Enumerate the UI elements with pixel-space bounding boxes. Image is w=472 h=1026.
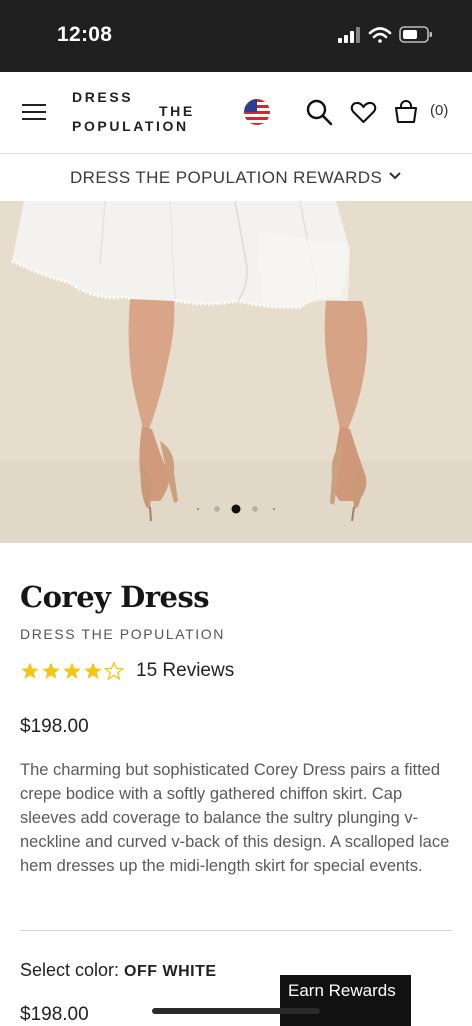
search-icon[interactable] (305, 98, 333, 126)
wifi-icon (368, 27, 392, 43)
star-filled-icon (21, 662, 39, 679)
status-time: 12:08 (57, 23, 113, 46)
product-title: Corey Dress (20, 580, 210, 614)
status-bar: 12:08 (0, 0, 472, 72)
home-indicator (152, 1008, 320, 1014)
star-filled-icon (42, 662, 60, 679)
menu-icon[interactable] (22, 102, 46, 122)
heart-icon[interactable] (350, 100, 377, 125)
status-icons (338, 26, 432, 43)
cart-count[interactable]: (0) (430, 102, 448, 119)
color-label: Select color: (20, 960, 125, 980)
product-image (0, 201, 472, 543)
logo-word-population: POPULATION (72, 118, 189, 134)
brand-name[interactable]: DRESS THE POPULATION (20, 626, 225, 642)
bag-icon[interactable] (393, 99, 419, 125)
logo-word-the: THE (159, 103, 195, 119)
star-empty-icon (104, 661, 124, 681)
logo-word-dress: DRESS (72, 89, 134, 105)
earn-rewards-button[interactable]: Earn Rewards (280, 975, 411, 1026)
divider (20, 930, 452, 931)
color-selector: Select color: OFF WHITE (20, 960, 217, 981)
product-image-gallery[interactable] (0, 201, 472, 543)
battery-icon (399, 26, 432, 43)
product-price: $198.00 (20, 716, 89, 737)
site-header: DRESS THE POPULATION (0) (0, 72, 472, 154)
us-flag-icon[interactable] (243, 98, 271, 126)
star-filled-icon (63, 662, 81, 679)
star-filled-icon (84, 662, 102, 679)
reviews-link[interactable]: 15 Reviews (136, 660, 234, 682)
color-value: OFF WHITE (124, 963, 217, 980)
product-description: The charming but sophisticated Corey Dre… (20, 761, 450, 875)
signal-icon (338, 27, 360, 43)
chevron-down-icon (389, 172, 401, 180)
product-rating[interactable]: 15 Reviews (20, 660, 234, 682)
star-rating (20, 661, 124, 681)
brand-logo[interactable]: DRESS THE POPULATION (72, 88, 202, 136)
rewards-label: DRESS THE POPULATION REWARDS (70, 168, 383, 187)
sticky-price: $198.00 (20, 1004, 89, 1025)
